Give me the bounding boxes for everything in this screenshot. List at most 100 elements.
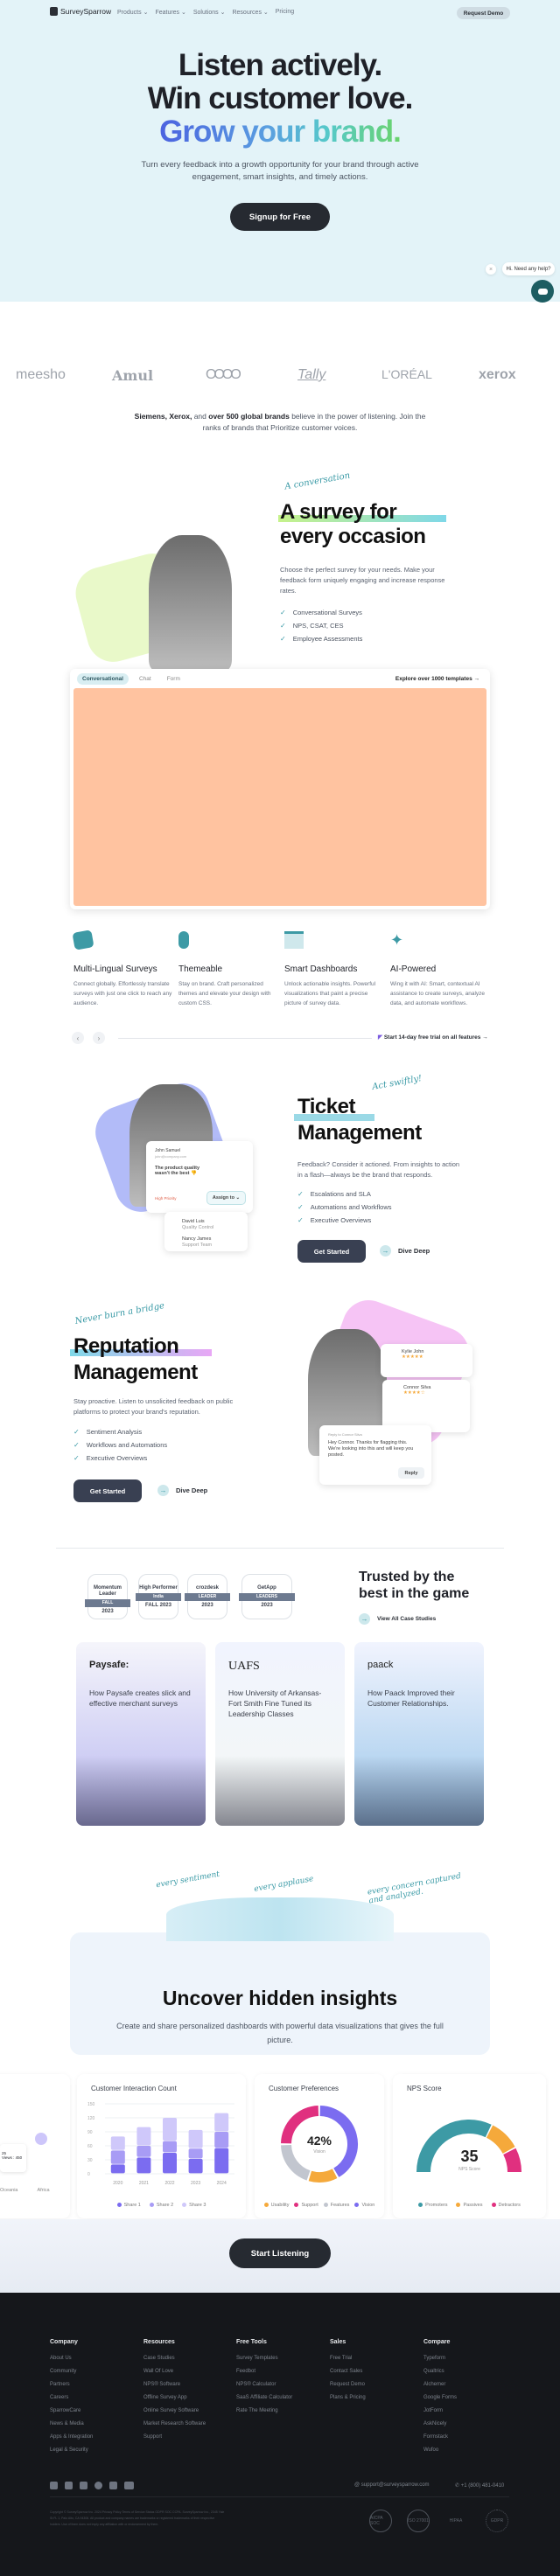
legend-label: Share 3 <box>189 2203 206 2208</box>
footer-link[interactable]: NPS® Software <box>144 2382 206 2395</box>
hero-gradient-text: Grow your brand. <box>159 115 402 149</box>
chat-close-button[interactable]: × <box>486 264 496 275</box>
footer-link[interactable]: About Us <box>50 2356 93 2369</box>
footer-col-free-tools: Free Tools Survey Templates Feedbot NPS® Ca… <box>236 2339 292 2421</box>
ticket-get-started-button[interactable]: Get Started <box>298 1240 366 1263</box>
footer-link[interactable]: Legal & Security <box>50 2447 93 2461</box>
assignee-name[interactable]: Nancy James <box>182 1236 211 1242</box>
footer-link[interactable]: Wall Of Love <box>144 2369 206 2382</box>
assign-to-dropdown[interactable]: Assign to ⌄ <box>206 1191 246 1205</box>
legend-label: Features <box>330 2203 350 2208</box>
footer-link[interactable]: Request Demo <box>330 2382 366 2395</box>
check-label: NPS, CSAT, CES <box>292 622 344 630</box>
reputation-dive-deep-link[interactable]: → Dive Deep <box>158 1485 207 1496</box>
brands-statement: Siemens, Xerox, and over 500 global bran… <box>131 411 429 434</box>
footer-link[interactable]: SparrowCare <box>50 2408 93 2421</box>
footer-link[interactable]: AskNicely <box>424 2421 457 2434</box>
check-icon: ✓ <box>280 609 286 616</box>
footer-link[interactable]: NPS® Calculator <box>236 2382 292 2395</box>
youtube-icon[interactable] <box>124 2482 134 2489</box>
support-email-link[interactable]: @ support@surveysparrow.com <box>354 2482 430 2488</box>
trusted-title-line1: Trusted by the <box>359 1570 455 1584</box>
footer-link[interactable]: Wufoo <box>424 2447 457 2461</box>
chat-launcher-button[interactable] <box>531 280 554 303</box>
nav-features[interactable]: Features ⌄ <box>155 9 186 16</box>
dive-deep-label: Dive Deep <box>398 1247 430 1255</box>
footer-link[interactable]: JotForm <box>424 2408 457 2421</box>
survey-handwritten: A conversation <box>284 470 351 492</box>
case-study-card[interactable]: Paysafe: How Paysafe creates slick and ef… <box>76 1642 206 1826</box>
legend-swatch <box>182 2203 187 2208</box>
legend-swatch <box>294 2203 299 2208</box>
footer-link[interactable]: Feedbot <box>236 2369 292 2382</box>
assignee-name[interactable]: David Luis <box>182 1219 205 1224</box>
footer-link[interactable]: Google Forms <box>424 2395 457 2408</box>
instagram-icon[interactable] <box>80 2482 88 2489</box>
linkedin-icon[interactable] <box>109 2482 117 2489</box>
template-tabs: Conversational Chat Form <box>77 673 186 685</box>
reputation-get-started-button[interactable]: Get Started <box>74 1479 142 1502</box>
legend-label: Passives <box>463 2203 483 2208</box>
email-icon[interactable] <box>50 2482 58 2489</box>
tab-form[interactable]: Form <box>162 673 186 685</box>
check-icon: ✓ <box>298 1216 304 1224</box>
footer-link[interactable]: Qualtrics <box>424 2369 457 2382</box>
footer-link[interactable]: Contact Sales <box>330 2369 366 2382</box>
footer-link[interactable]: Plans & Pricing <box>330 2395 366 2408</box>
feature-card: ✦ AI-Powered Wing it with AI: Smart, con… <box>390 931 491 1008</box>
footer-link[interactable]: Careers <box>50 2395 93 2408</box>
legend-label: Share 1 <box>123 2203 141 2208</box>
facebook-icon[interactable] <box>94 2482 102 2489</box>
footer-link[interactable]: Apps & Integration <box>50 2434 93 2447</box>
footer-link[interactable]: Offline Survey App <box>144 2395 206 2408</box>
footer-link[interactable]: Rate The Meeting <box>236 2408 292 2421</box>
phone-link[interactable]: ✆ +1 (800) 481-0410 <box>455 2482 504 2489</box>
nav-solutions[interactable]: Solutions ⌄ <box>193 9 226 16</box>
footer-link[interactable]: Market Research Software <box>144 2421 206 2434</box>
view-all-case-studies-link[interactable]: → View All Case Studies <box>359 1613 436 1625</box>
x-twitter-icon[interactable] <box>65 2482 73 2489</box>
footer-link[interactable]: News & Media <box>50 2421 93 2434</box>
legend-item: Passives <box>456 2203 483 2208</box>
tab-chat[interactable]: Chat <box>134 673 157 685</box>
footer-link[interactable]: Free Trial <box>330 2356 366 2369</box>
dashboard-icon <box>284 931 304 949</box>
nav-products[interactable]: Products ⌄ <box>117 9 148 16</box>
chat-greeting[interactable]: Hi. Need any help? <box>502 262 555 275</box>
footer-link-list: About Us Community Partners Careers SparrowC… <box>50 2356 93 2461</box>
brand-logo[interactable]: SurveySparrow <box>50 7 111 16</box>
review-card: Kylie John ★★★★★ <box>381 1344 472 1377</box>
tab-conversational[interactable]: Conversational <box>77 673 129 685</box>
legend-swatch <box>491 2203 496 2208</box>
footer-link[interactable]: Formstack <box>424 2434 457 2447</box>
request-demo-button[interactable]: Request Demo <box>457 7 510 19</box>
reply-text[interactable]: Hey Connor. Thanks for flagging this. We… <box>328 1440 416 1459</box>
legend-item: Share 3 <box>182 2203 206 2208</box>
footer-link-list: Survey Templates Feedbot NPS® Calculator Sa… <box>236 2356 292 2421</box>
footer-link[interactable]: Support <box>144 2434 206 2447</box>
ticket-description: Feedback? Consider it actioned. From ins… <box>298 1160 460 1179</box>
footer-link[interactable]: Survey Templates <box>236 2356 292 2369</box>
footer-link[interactable]: SaaS Affiliate Calculator <box>236 2395 292 2408</box>
next-arrow-button[interactable]: › <box>93 1032 105 1044</box>
signup-button[interactable]: Signup for Free <box>230 203 330 231</box>
prev-arrow-button[interactable]: ‹ <box>72 1032 84 1044</box>
nav-pricing[interactable]: Pricing <box>276 9 294 16</box>
explore-templates-link[interactable]: Explore over 1000 templates → <box>396 676 480 682</box>
footer-link[interactable]: Online Survey Software <box>144 2408 206 2421</box>
legend-item: Vision <box>354 2203 374 2208</box>
footer-link[interactable]: Case Studies <box>144 2356 206 2369</box>
case-study-card[interactable]: UAFS How University of Arkansas-Fort Smit… <box>215 1642 345 1826</box>
footer-link[interactable]: Community <box>50 2369 93 2382</box>
case-study-card[interactable]: paack How Paack Improved their Customer R… <box>354 1642 484 1826</box>
footer-link[interactable]: Typeform <box>424 2356 457 2369</box>
reply-button[interactable]: Reply <box>398 1467 424 1479</box>
trial-link[interactable]: ◤ Start 14-day free trial on all feature… <box>378 1034 488 1041</box>
chat-icon <box>537 288 548 295</box>
footer-link[interactable]: Partners <box>50 2382 93 2395</box>
start-listening-button[interactable]: Start Listening <box>229 2238 331 2268</box>
footer-link[interactable]: Alchemer <box>424 2382 457 2395</box>
nav-resources[interactable]: Resources ⌄ <box>232 9 268 16</box>
ticket-dive-deep-link[interactable]: → Dive Deep <box>380 1245 430 1257</box>
y-tick-label: 90 <box>88 2130 93 2135</box>
